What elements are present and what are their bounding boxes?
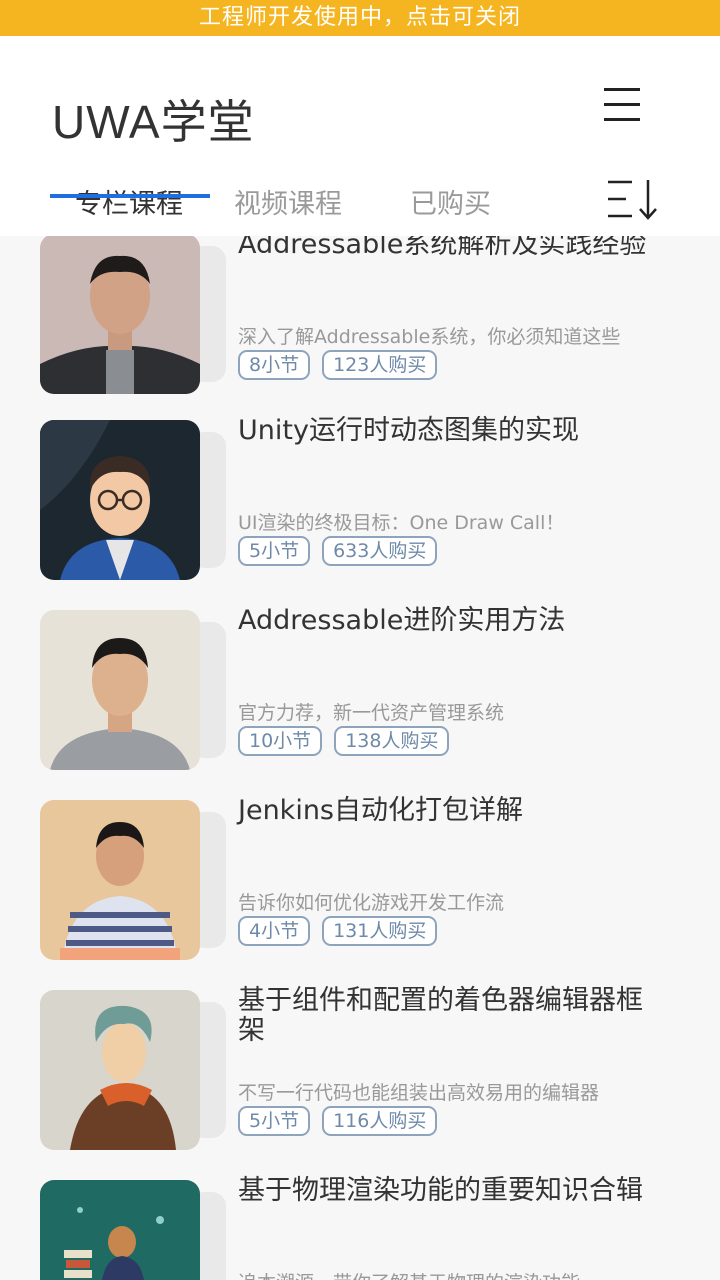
section-count-badge: 10小节 xyxy=(238,726,323,756)
hamburger-menu-icon[interactable] xyxy=(602,88,642,122)
course-description: 官方力荐，新一代资产管理系统 xyxy=(238,702,505,724)
course-card[interactable]: Jenkins自动化打包详解 告诉你如何优化游戏开发工作流 4小节 131人购买 xyxy=(40,796,680,960)
course-card[interactable]: 基于物理渲染功能的重要知识合辑 追本溯源，带你了解基于物理的渲染功能 xyxy=(40,1176,680,1280)
buyer-count-badge: 131人购买 xyxy=(322,916,438,946)
course-description: UI渲染的终极目标：One Draw Call！ xyxy=(238,512,565,534)
buyer-count-badge: 138人购买 xyxy=(334,726,450,756)
course-title: 基于物理渲染功能的重要知识合辑 xyxy=(238,1175,643,1206)
course-card[interactable]: Unity运行时动态图集的实现 UI渲染的终极目标：One Draw Call！… xyxy=(40,416,680,580)
tab-video-courses[interactable]: 视频课程 xyxy=(234,182,342,221)
active-tab-indicator xyxy=(50,194,210,198)
section-count-badge: 4小节 xyxy=(238,916,311,946)
course-description: 告诉你如何优化游戏开发工作流 xyxy=(238,892,505,914)
author-portrait-image xyxy=(40,420,200,580)
course-card[interactable]: Addressable系统解析及实践经验 深入了解Addressable系统，你… xyxy=(40,236,680,394)
course-description: 深入了解Addressable系统，你必须知道这些 xyxy=(238,326,621,348)
course-description: 不写一行代码也能组装出高效易用的编辑器 xyxy=(238,1082,600,1104)
course-title: Addressable系统解析及实践经验 xyxy=(238,236,647,260)
course-title: Unity运行时动态图集的实现 xyxy=(238,415,579,446)
course-cover-image xyxy=(40,1180,200,1280)
author-portrait-image xyxy=(40,610,200,770)
section-count-badge: 5小节 xyxy=(238,1106,311,1136)
section-count-badge: 5小节 xyxy=(238,536,311,566)
buyer-count-badge: 633人购买 xyxy=(322,536,438,566)
course-card[interactable]: 基于组件和配置的着色器编辑器框架 不写一行代码也能组装出高效易用的编辑器 5小节… xyxy=(40,986,680,1150)
app-header: UWA学堂 专栏课程 视频课程 已购买 xyxy=(0,36,720,236)
app-title: UWA学堂 xyxy=(52,96,255,148)
buyer-count-badge: 116人购买 xyxy=(322,1106,438,1136)
course-title: Addressable进阶实用方法 xyxy=(238,605,566,636)
course-list[interactable]: Addressable系统解析及实践经验 深入了解Addressable系统，你… xyxy=(0,236,720,1280)
course-description: 追本溯源，带你了解基于物理的渲染功能 xyxy=(238,1268,678,1280)
author-portrait-image xyxy=(40,236,200,394)
tab-purchased[interactable]: 已购买 xyxy=(410,182,491,221)
section-count-badge: 8小节 xyxy=(238,350,311,380)
sort-descending-icon[interactable] xyxy=(606,178,660,222)
buyer-count-badge: 123人购买 xyxy=(322,350,438,380)
dev-mode-banner[interactable]: 工程师开发使用中，点击可关闭 xyxy=(0,0,720,36)
author-portrait-image xyxy=(40,800,200,960)
course-title: 基于组件和配置的着色器编辑器框架 xyxy=(238,985,643,1046)
author-portrait-image xyxy=(40,990,200,1150)
tab-column-courses[interactable]: 专栏课程 xyxy=(75,182,183,221)
course-card[interactable]: Addressable进阶实用方法 官方力荐，新一代资产管理系统 10小节 13… xyxy=(40,606,680,770)
course-title: Jenkins自动化打包详解 xyxy=(238,795,524,826)
